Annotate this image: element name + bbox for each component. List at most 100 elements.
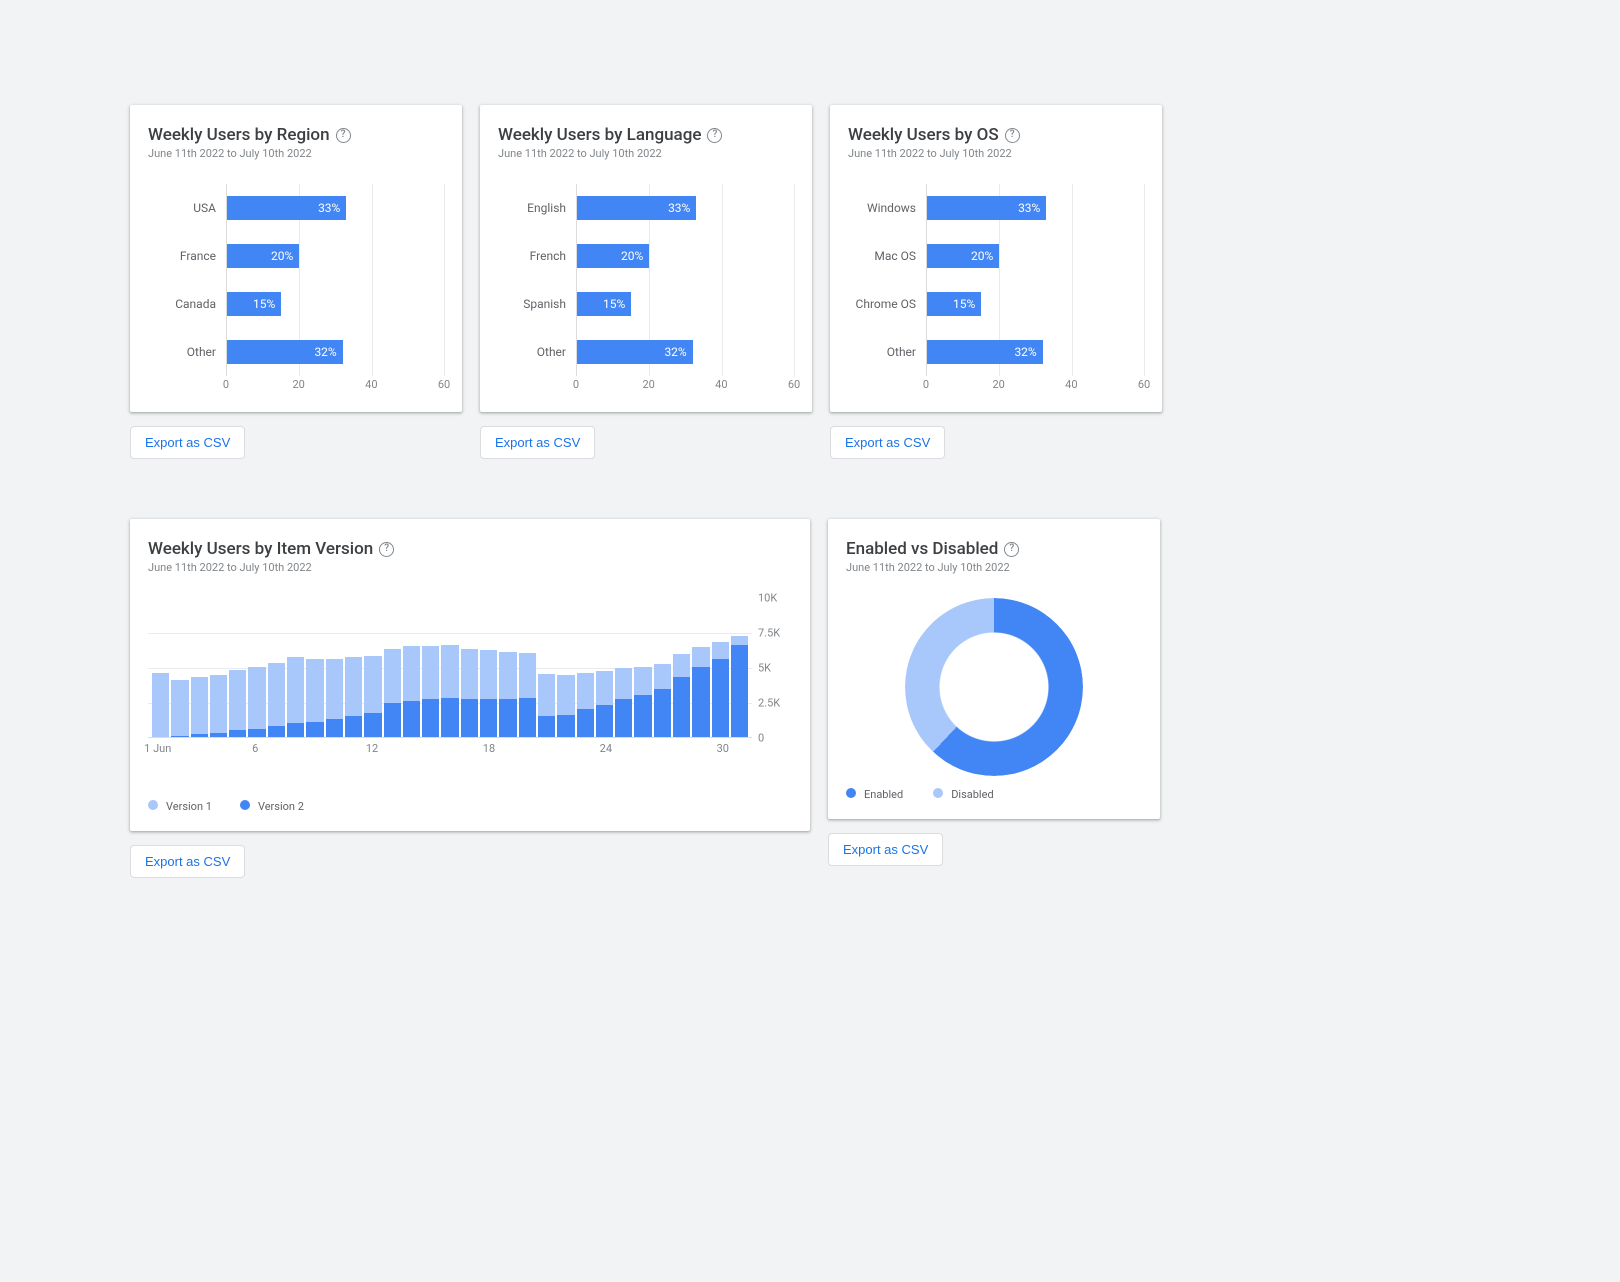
- legend-item-disabled: Disabled: [933, 788, 993, 801]
- vbar-column: [287, 657, 304, 737]
- help-icon[interactable]: ?: [707, 128, 722, 143]
- vbar-column: [519, 653, 536, 737]
- vbar-column: [306, 659, 323, 737]
- vbar-column: [345, 657, 362, 737]
- vbar-column: [712, 642, 729, 737]
- hbar-category-label: Windows: [848, 201, 926, 215]
- export-language-button[interactable]: Export as CSV: [480, 426, 595, 459]
- hbar-bar: 20%: [227, 244, 299, 268]
- vbar-seg-v1: [615, 668, 632, 699]
- hbar-bar: 15%: [927, 292, 981, 316]
- vbar-seg-v1: [422, 646, 439, 699]
- vbar-seg-v1: [384, 649, 401, 704]
- donut-ring: [905, 598, 1083, 776]
- export-enabled-button[interactable]: Export as CSV: [828, 833, 943, 866]
- card-region-body: Weekly Users by Region ? June 11th 2022 …: [130, 105, 462, 412]
- export-version-button[interactable]: Export as CSV: [130, 845, 245, 878]
- card-version: Weekly Users by Item Version ? June 11th…: [130, 519, 810, 878]
- hbar-category-label: USA: [148, 201, 226, 215]
- card-version-title-text: Weekly Users by Item Version: [148, 539, 373, 559]
- vbar-seg-v1: [306, 659, 323, 722]
- vbar-xtick: 24: [600, 742, 612, 755]
- hbar-xtick: 40: [365, 378, 377, 391]
- vbar-column: [229, 670, 246, 737]
- vbar-column: [461, 649, 478, 737]
- vbar-seg-v2: [557, 715, 574, 737]
- vbar-ytick: 10K: [758, 592, 792, 605]
- vbar-seg-v2: [654, 689, 671, 737]
- vbar-xtick: 12: [366, 742, 378, 755]
- vbar-seg-v2: [519, 698, 536, 737]
- card-language: Weekly Users by Language ? June 11th 202…: [480, 105, 812, 459]
- chart-version: 02.5K5K7.5K10K 1 Jun612182430: [148, 598, 792, 758]
- hbar-xtick: 60: [788, 378, 800, 391]
- vbar-column: [499, 652, 516, 737]
- vbar-seg-v1: [692, 647, 709, 667]
- vbar-column: [615, 668, 632, 737]
- vbar-seg-v2: [287, 723, 304, 737]
- vbar-seg-v2: [596, 705, 613, 737]
- hbar-category-label: Mac OS: [848, 249, 926, 263]
- card-enabled-subtitle: June 11th 2022 to July 10th 2022: [846, 561, 1142, 574]
- hbar-xtick: 40: [715, 378, 727, 391]
- vbar-seg-v2: [673, 677, 690, 737]
- export-os-button[interactable]: Export as CSV: [830, 426, 945, 459]
- help-icon[interactable]: ?: [379, 542, 394, 557]
- vbar-seg-v2: [364, 713, 381, 737]
- hbar-xtick: 0: [923, 378, 929, 391]
- hbar-category-label: Canada: [148, 297, 226, 311]
- hbar-bar: 32%: [577, 340, 693, 364]
- vbar-ytick: 0: [758, 732, 792, 745]
- vbar-seg-v1: [480, 650, 497, 699]
- vbar-column: [422, 646, 439, 737]
- vbar-xtick: 30: [717, 742, 729, 755]
- vbar-seg-v1: [248, 667, 265, 729]
- vbar-seg-v2: [384, 703, 401, 737]
- vbar-column: [268, 663, 285, 737]
- vbar-seg-v2: [538, 716, 555, 737]
- swatch-enabled: [846, 788, 856, 798]
- vbar-column: [384, 649, 401, 737]
- hbar-category-label: Other: [148, 345, 226, 359]
- export-region-button[interactable]: Export as CSV: [130, 426, 245, 459]
- help-icon[interactable]: ?: [1004, 542, 1019, 557]
- vbar-seg-v2: [712, 659, 729, 737]
- hbar-bar: 32%: [227, 340, 343, 364]
- swatch-disabled: [933, 788, 943, 798]
- vbar-seg-v1: [364, 656, 381, 713]
- vbar-seg-v1: [152, 673, 169, 737]
- swatch-v1: [148, 800, 158, 810]
- legend-label-v2: Version 2: [258, 800, 304, 813]
- vbar-seg-v1: [557, 675, 574, 714]
- vbar-seg-v1: [654, 664, 671, 689]
- vbar-seg-v2: [403, 701, 420, 737]
- hbar-category-label: Spanish: [498, 297, 576, 311]
- swatch-v2: [240, 800, 250, 810]
- legend-label-disabled: Disabled: [951, 788, 993, 801]
- vbar-column: [654, 664, 671, 737]
- hbar-bar: 20%: [577, 244, 649, 268]
- vbar-column: [731, 636, 748, 737]
- card-enabled-title: Enabled vs Disabled ?: [846, 539, 1142, 559]
- card-enabled-title-text: Enabled vs Disabled: [846, 539, 998, 559]
- hbar-bar: 33%: [927, 196, 1046, 220]
- legend-item-enabled: Enabled: [846, 788, 903, 801]
- vbar-column: [634, 667, 651, 737]
- vbar-seg-v2: [210, 733, 227, 737]
- help-icon[interactable]: ?: [336, 128, 351, 143]
- hbar-xtick: 20: [292, 378, 304, 391]
- vbar-ytick: 2.5K: [758, 697, 792, 710]
- vbar-seg-v2: [441, 698, 458, 737]
- card-region-title: Weekly Users by Region ?: [148, 125, 444, 145]
- hbar-xtick: 0: [573, 378, 579, 391]
- vbar-column: [596, 671, 613, 737]
- help-icon[interactable]: ?: [1005, 128, 1020, 143]
- vbar-seg-v1: [538, 674, 555, 716]
- vbar-seg-v2: [191, 734, 208, 737]
- hbar-category-label: Other: [848, 345, 926, 359]
- vbar-seg-v2: [326, 719, 343, 737]
- vbar-seg-v1: [712, 642, 729, 659]
- chart-region: USAFranceCanadaOther 33%20%15%32% 020406…: [148, 184, 444, 394]
- hbar-xtick: 0: [223, 378, 229, 391]
- card-enabled: Enabled vs Disabled ? June 11th 2022 to …: [828, 519, 1160, 878]
